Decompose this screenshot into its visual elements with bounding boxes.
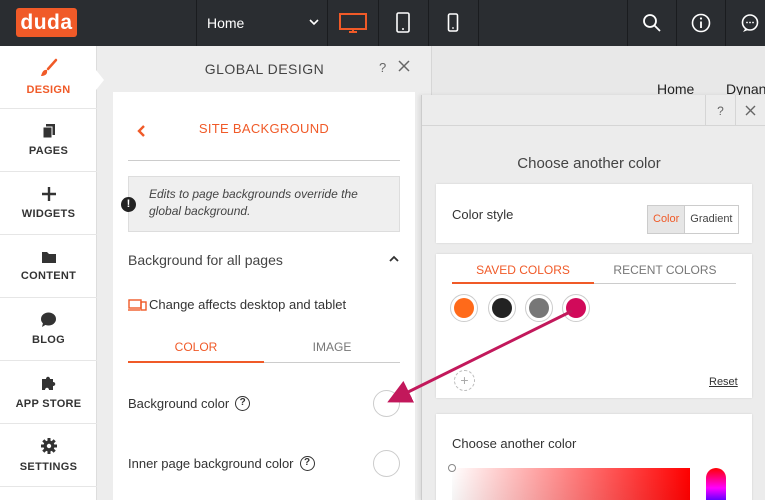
palette-card: SAVED COLORS RECENT COLORS + Reset [436, 254, 752, 398]
mobile-icon [447, 13, 459, 32]
sidebar-item-label: BLOG [32, 334, 65, 346]
search-button[interactable] [628, 0, 676, 46]
close-icon [745, 105, 756, 116]
sidebar-item-settings[interactable]: SETTINGS [0, 424, 97, 487]
left-sidebar: DESIGN PAGES WIDGETS CONTENT BLOG APP ST… [0, 46, 97, 500]
page-selector-label: Home [207, 15, 245, 31]
saturation-picker[interactable] [452, 468, 690, 500]
hue-slider[interactable] [706, 468, 726, 500]
help-icon[interactable]: ? [235, 396, 251, 411]
back-button[interactable] [137, 124, 146, 142]
affects-text: Change affects desktop and tablet [149, 297, 347, 312]
picker-title: Choose another color [517, 155, 661, 172]
swatch-fill [492, 298, 512, 318]
close-button[interactable] [398, 59, 410, 77]
site-background-card: SITE BACKGROUND Edits to page background… [113, 92, 415, 500]
saved-color-swatch[interactable] [450, 294, 478, 322]
sidebar-item-label: SETTINGS [19, 461, 78, 473]
divider [128, 160, 400, 161]
speech-bubble-icon [41, 312, 56, 327]
swatch-fill [566, 298, 586, 318]
color-picker-panel: ? Choose another color Color style Color… [421, 95, 765, 500]
field-label-text: Background color [128, 396, 230, 411]
chat-icon [741, 14, 759, 32]
tablet-view-button[interactable] [378, 0, 428, 46]
desktop-icon [339, 13, 367, 33]
folder-icon [41, 252, 56, 263]
close-button[interactable] [735, 95, 765, 126]
sidebar-item-label: APP STORE [15, 398, 82, 410]
search-icon [643, 14, 661, 32]
chevron-up-icon[interactable] [389, 252, 399, 270]
saved-color-swatch[interactable] [488, 294, 516, 322]
color-style-label: Color style [452, 207, 514, 222]
color-picker-handle[interactable] [448, 464, 456, 472]
top-bar: duda Home [0, 0, 765, 46]
divider [478, 0, 479, 46]
paintbrush-icon [40, 58, 57, 76]
gear-icon [40, 438, 57, 454]
picker-header: ? [422, 95, 765, 126]
sidebar-item-label: DESIGN [26, 84, 71, 96]
help-icon[interactable]: ? [299, 456, 315, 471]
background-color-label: Background color ? [128, 396, 251, 411]
sidebar-item-label: PAGES [28, 145, 69, 157]
inner-background-color-swatch[interactable] [373, 450, 400, 477]
background-tabs: COLOR IMAGE [128, 338, 400, 363]
sidebar-item-widgets[interactable]: WIDGETS [0, 172, 97, 235]
close-icon [398, 60, 410, 72]
swatch-fill [454, 298, 474, 318]
background-color-swatch[interactable] [373, 390, 400, 417]
desktop-tablet-icon [128, 298, 147, 316]
sidebar-item-pages[interactable]: PAGES [0, 109, 97, 172]
add-color-button[interactable]: + [454, 370, 475, 391]
sidebar-item-blog[interactable]: BLOG [0, 298, 97, 361]
tab-image[interactable]: IMAGE [264, 338, 400, 363]
pages-icon [42, 124, 55, 139]
style-color-option[interactable]: Color [648, 206, 686, 233]
sidebar-item-design[interactable]: DESIGN [0, 46, 97, 109]
sidebar-item-label: CONTENT [20, 270, 77, 282]
tab-saved-colors[interactable]: SAVED COLORS [452, 264, 594, 284]
page-selector[interactable]: Home [197, 0, 327, 46]
puzzle-icon [41, 376, 55, 390]
tablet-icon [396, 12, 410, 33]
inner-background-color-label: Inner page background color ? [128, 456, 315, 471]
mobile-view-button[interactable] [428, 0, 478, 46]
chevron-left-icon [137, 125, 145, 137]
choose-color-card: Choose another color [436, 414, 752, 500]
sidebar-item-app-store[interactable]: APP STORE [0, 361, 97, 424]
sidebar-active-pointer [96, 70, 104, 90]
style-gradient-option[interactable]: Gradient [685, 206, 737, 233]
plus-icon [41, 187, 56, 201]
info-button[interactable] [677, 0, 725, 46]
reset-link[interactable]: Reset [709, 376, 738, 388]
sidebar-item-content[interactable]: CONTENT [0, 235, 97, 298]
help-button[interactable]: ? [705, 95, 735, 126]
tab-color[interactable]: COLOR [128, 338, 264, 363]
duda-logo[interactable]: duda [16, 8, 77, 37]
saved-color-swatch[interactable] [525, 294, 553, 322]
tab-recent-colors[interactable]: RECENT COLORS [594, 264, 736, 284]
section-title: SITE BACKGROUND [198, 121, 330, 136]
saved-color-swatch[interactable] [562, 294, 590, 322]
help-button[interactable]: ? [379, 60, 386, 75]
section-heading[interactable]: Background for all pages [128, 252, 283, 268]
field-label-text: Inner page background color [128, 456, 294, 471]
color-style-toggle: Color Gradient [647, 205, 739, 234]
palette-tabs: SAVED COLORS RECENT COLORS [452, 264, 736, 284]
desktop-view-button[interactable] [328, 0, 378, 46]
swatch-fill [529, 298, 549, 318]
alert-icon: ! [121, 197, 136, 212]
chat-button[interactable] [726, 0, 765, 46]
sidebar-item-label: WIDGETS [21, 208, 76, 220]
color-style-card: Color style Color Gradient [436, 184, 752, 243]
choose-color-label: Choose another color [452, 436, 577, 451]
override-note: Edits to page backgrounds override the g… [128, 176, 400, 232]
info-icon [691, 13, 711, 33]
